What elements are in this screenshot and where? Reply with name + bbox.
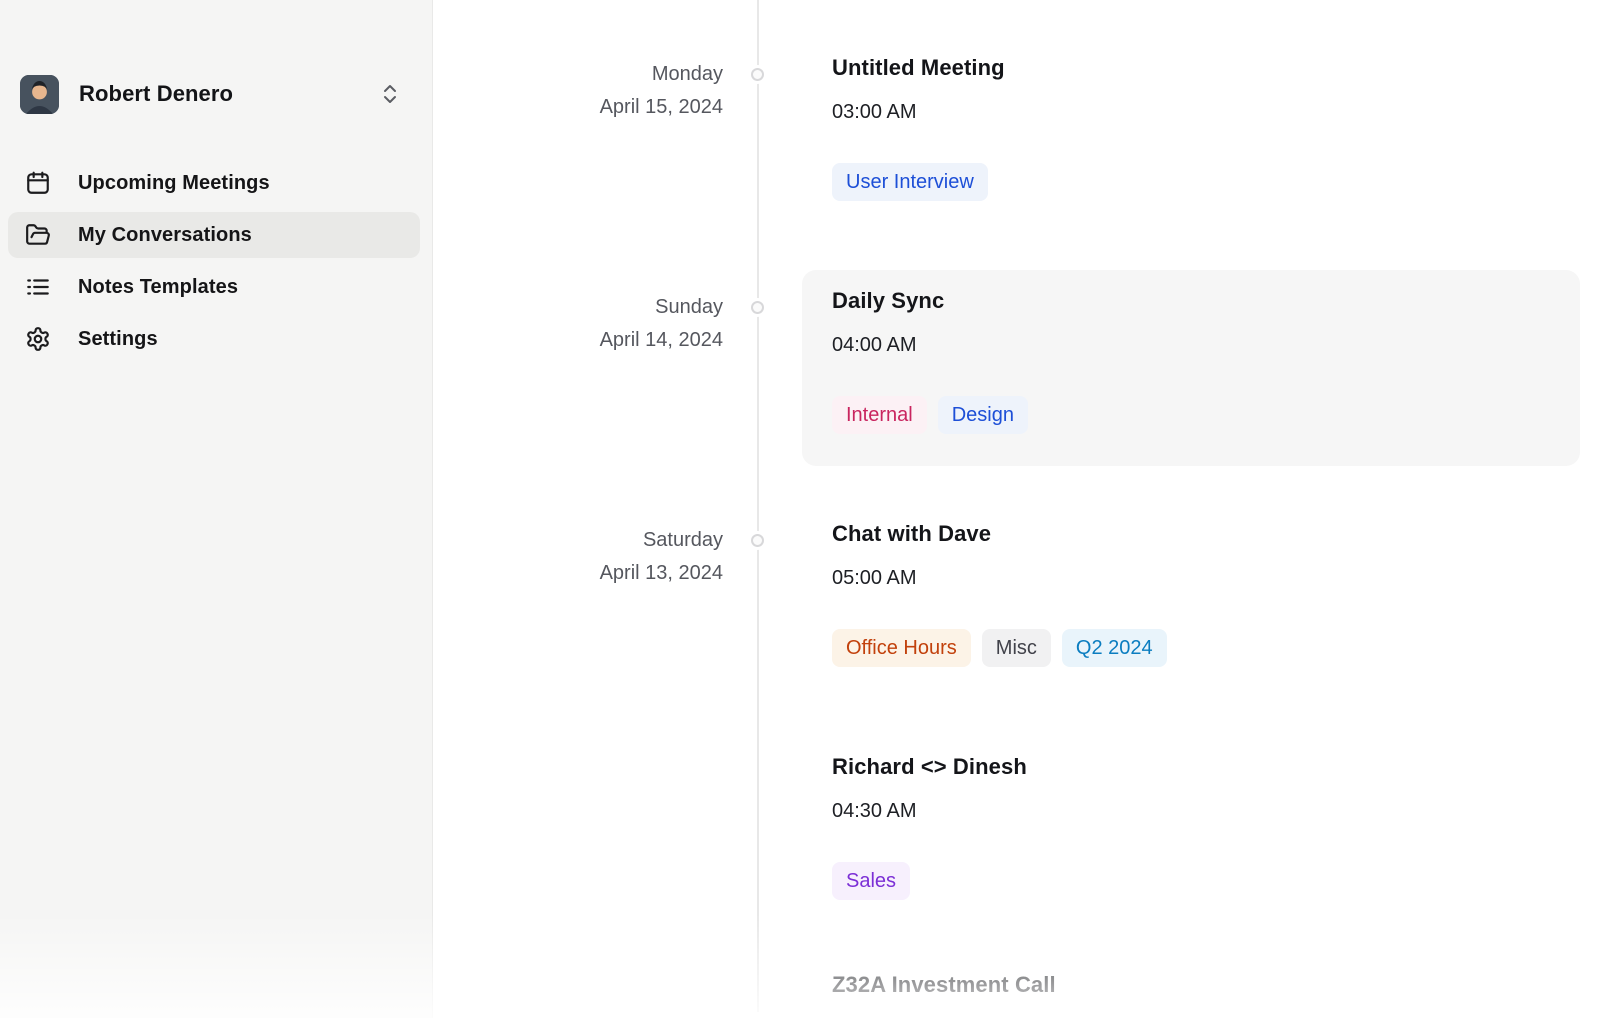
tag-user-interview: User Interview <box>832 163 988 201</box>
entry-date: Sunday April 14, 2024 <box>433 291 723 357</box>
calendar-icon <box>25 170 51 196</box>
sidebar-item-label: Notes Templates <box>78 276 238 299</box>
timeline-dot <box>751 68 764 81</box>
chevron-up-down-icon <box>378 82 402 106</box>
tag-design: Design <box>938 396 1028 434</box>
sidebar-item-label: Settings <box>78 328 158 351</box>
avatar <box>20 75 59 114</box>
meeting-entry[interactable]: Richard <> Dinesh 04:30 AM Sales <box>433 753 1600 943</box>
sidebar-item-label: Upcoming Meetings <box>78 172 270 195</box>
meeting-entry[interactable]: Monday April 15, 2024 Untitled Meeting 0… <box>433 54 1600 244</box>
sidebar-item-my-conversations[interactable]: My Conversations <box>8 212 420 258</box>
tag-internal: Internal <box>832 396 927 434</box>
meeting-time: 04:30 AM <box>832 797 1027 825</box>
entry-date-label: April 14, 2024 <box>433 324 723 357</box>
sidebar-item-label: My Conversations <box>78 224 252 247</box>
meeting-entry[interactable]: Z32A Investment Call <box>433 971 1600 1018</box>
meeting-title: Richard <> Dinesh <box>832 753 1027 781</box>
sidebar-item-settings[interactable]: Settings <box>8 316 420 362</box>
entry-day-label: Monday <box>433 58 723 91</box>
tag-sales: Sales <box>832 862 910 900</box>
sidebar-nav: Upcoming Meetings My Conversations Notes… <box>8 160 420 368</box>
entry-day-label: Saturday <box>433 524 723 557</box>
meeting-tags: Internal Design <box>832 396 1028 434</box>
meeting-title: Z32A Investment Call <box>832 971 1056 999</box>
entry-day-label: Sunday <box>433 291 723 324</box>
account-switcher-button[interactable]: Robert Denero <box>20 74 413 114</box>
gear-icon <box>25 326 51 352</box>
meeting-tags: Sales <box>832 862 1027 900</box>
entry-body: Z32A Investment Call <box>832 971 1056 999</box>
list-icon <box>25 274 51 300</box>
meeting-tags: User Interview <box>832 163 1005 201</box>
meeting-title: Chat with Dave <box>832 520 1167 548</box>
tag-misc: Misc <box>982 629 1051 667</box>
entry-date-label: April 13, 2024 <box>433 557 723 590</box>
sidebar-item-notes-templates[interactable]: Notes Templates <box>8 264 420 310</box>
meeting-time: 03:00 AM <box>832 98 1005 126</box>
user-name: Robert Denero <box>79 81 358 107</box>
meeting-time: 04:00 AM <box>832 331 1028 359</box>
meeting-entry[interactable]: Sunday April 14, 2024 Daily Sync 04:00 A… <box>433 287 1600 477</box>
folder-icon <box>25 222 51 248</box>
tag-q2-2024: Q2 2024 <box>1062 629 1167 667</box>
meeting-entry[interactable]: Saturday April 13, 2024 Chat with Dave 0… <box>433 520 1600 710</box>
entry-body: Untitled Meeting 03:00 AM User Interview <box>832 54 1005 201</box>
entry-date-label: April 15, 2024 <box>433 91 723 124</box>
timeline-dot <box>751 534 764 547</box>
entry-date: Saturday April 13, 2024 <box>433 524 723 590</box>
meeting-tags: Office Hours Misc Q2 2024 <box>832 629 1167 667</box>
tag-office-hours: Office Hours <box>832 629 971 667</box>
meeting-title: Untitled Meeting <box>832 54 1005 82</box>
sidebar-item-upcoming-meetings[interactable]: Upcoming Meetings <box>8 160 420 206</box>
timeline-dot <box>751 301 764 314</box>
meeting-time: 05:00 AM <box>832 564 1167 592</box>
entry-body: Chat with Dave 05:00 AM Office Hours Mis… <box>832 520 1167 667</box>
entry-date: Monday April 15, 2024 <box>433 58 723 124</box>
meeting-title: Daily Sync <box>832 287 1028 315</box>
entry-body: Richard <> Dinesh 04:30 AM Sales <box>832 753 1027 900</box>
conversations-timeline: Monday April 15, 2024 Untitled Meeting 0… <box>433 0 1600 1018</box>
entry-body: Daily Sync 04:00 AM Internal Design <box>832 287 1028 434</box>
sidebar: Robert Denero Upcoming Meetings My <box>0 0 433 1018</box>
